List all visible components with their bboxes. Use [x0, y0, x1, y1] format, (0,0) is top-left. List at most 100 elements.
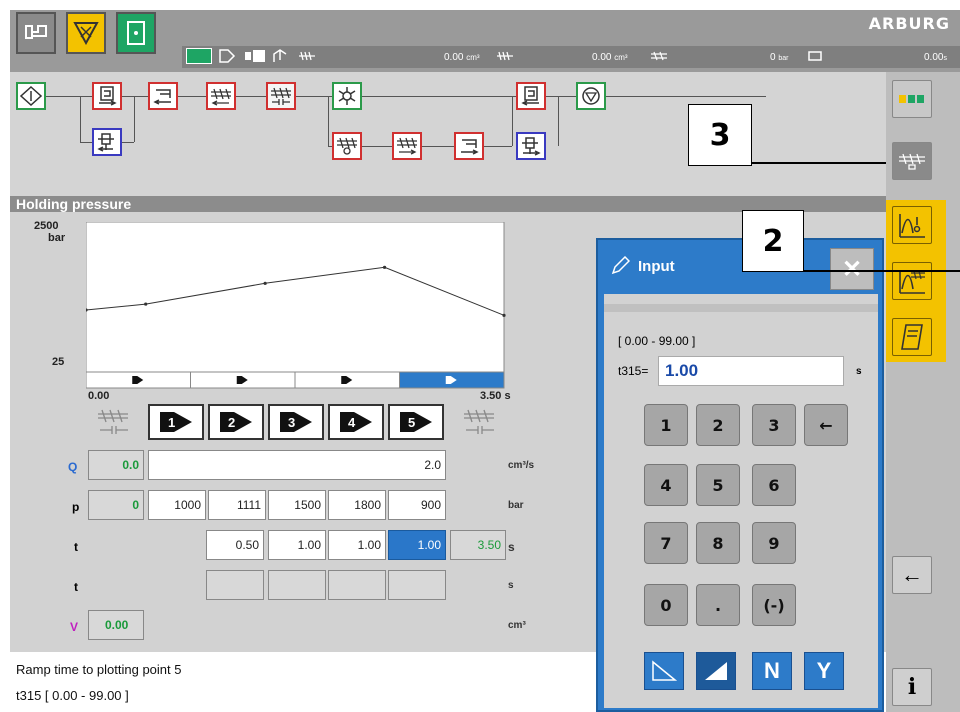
key-1[interactable]: 1 [644, 404, 688, 446]
t-cell-4[interactable]: 1.00 [388, 530, 446, 560]
info-button[interactable]: i [892, 668, 932, 706]
value-input[interactable]: 1.00 [658, 356, 844, 386]
param-label: t315= [618, 364, 649, 378]
holding-pressure-step[interactable] [266, 82, 296, 110]
ramp-up-button[interactable] [644, 652, 684, 690]
holding-pressure-chart: 2500 bar 25 0.00 3.50 s [10, 212, 520, 402]
core-out-step[interactable] [516, 132, 546, 160]
segment-bar [86, 371, 505, 389]
point-5-button[interactable]: 5 [388, 404, 444, 440]
mold-open-step[interactable] [516, 82, 546, 110]
key-2[interactable]: 2 [696, 404, 740, 446]
key-8[interactable]: 8 [696, 522, 740, 564]
key-4[interactable]: 4 [644, 464, 688, 506]
overview-button[interactable] [892, 80, 932, 118]
v-value-cell[interactable]: 0.00 [88, 610, 144, 640]
point-2-button[interactable]: 2 [208, 404, 264, 440]
p-cell-4[interactable]: 1800 [328, 490, 386, 520]
last-unit: s [943, 55, 947, 62]
p-cell-1[interactable]: 1000 [148, 490, 206, 520]
q-unit: cm³/s [508, 460, 535, 471]
setup-mode-button[interactable] [66, 12, 106, 54]
t-cell-3[interactable]: 1.00 [328, 530, 386, 560]
t2-cell-2[interactable] [268, 570, 326, 600]
cooling-step[interactable] [332, 82, 362, 110]
start-step[interactable] [16, 82, 46, 110]
no-label: N [764, 658, 780, 683]
play-icon: 2 [220, 412, 252, 432]
manual-mode-button[interactable] [16, 12, 56, 54]
p-cell-2[interactable]: 1111 [208, 490, 266, 520]
point-3-button[interactable]: 3 [268, 404, 324, 440]
svg-text:4: 4 [348, 415, 356, 430]
input-range: [ 0.00 - 99.00 ] [618, 334, 696, 348]
mold-status-icon [186, 48, 212, 64]
automatic-mode-icon [127, 21, 145, 45]
end-step[interactable] [576, 82, 606, 110]
dialog-strip [604, 304, 878, 312]
backspace-key[interactable]: ← [804, 404, 848, 446]
help-line-1: Ramp time to plotting point 5 [16, 662, 182, 677]
t2-cell-4[interactable] [388, 570, 446, 600]
dialog-body: [ 0.00 - 99.00 ] t315= 1.00 s 1 2 3 ← 4 5 6 7 8 9… [604, 294, 878, 708]
nozzle-back-icon [461, 139, 479, 155]
last-value: 0.00 [924, 52, 944, 63]
t-cell-2[interactable]: 1.00 [268, 530, 326, 560]
key-decimal[interactable]: . [696, 584, 740, 626]
decompression-step[interactable] [392, 132, 422, 160]
key-7[interactable]: 7 [644, 522, 688, 564]
injection-step[interactable] [206, 82, 236, 110]
decompression-icon [397, 137, 417, 155]
point-4-button[interactable]: 4 [328, 404, 384, 440]
back-button[interactable]: ← [892, 556, 932, 594]
key-negate[interactable]: (-) [752, 584, 796, 626]
mold-close-step[interactable] [92, 82, 122, 110]
callout-2: 2 [742, 210, 804, 272]
t2-cell-3[interactable] [328, 570, 386, 600]
pressure-icon [651, 51, 667, 61]
help-line-2: t315 [ 0.00 - 99.00 ] [16, 688, 129, 703]
no-button[interactable]: N [752, 652, 792, 690]
t2-unit: s [508, 580, 514, 591]
v-unit: cm³ [508, 620, 526, 631]
pencil-icon [611, 256, 630, 275]
p-start-cell[interactable]: 0 [88, 490, 144, 520]
dosing-step[interactable] [332, 132, 362, 160]
p-cell-5[interactable]: 900 [388, 490, 446, 520]
key-9[interactable]: 9 [752, 522, 796, 564]
v-row-label: V [70, 620, 79, 634]
data-point [263, 281, 267, 285]
ramp-down-button[interactable] [696, 652, 736, 690]
automatic-mode-button[interactable] [116, 12, 156, 54]
injection-unit-button[interactable] [892, 142, 932, 180]
key-6[interactable]: 6 [752, 464, 796, 506]
x-min-label: 0.00 [88, 390, 110, 402]
ramp-up-icon [652, 660, 677, 681]
t2-cell-1[interactable] [206, 570, 264, 600]
close-icon: ✕ [841, 255, 863, 283]
data-point [144, 302, 148, 306]
point-1-button[interactable]: 1 [148, 404, 204, 440]
sequence-editor: 3 [10, 72, 886, 196]
setup-mode-icon [73, 22, 99, 45]
q-start-cell[interactable]: 0.0 [88, 450, 144, 480]
pressure-settings-button[interactable] [892, 262, 932, 300]
holding-pressure-profile-button[interactable] [892, 206, 932, 244]
nozzle-forward-step[interactable] [148, 82, 178, 110]
right-toolbar: ← i [886, 72, 960, 712]
yes-button[interactable]: Y [804, 652, 844, 690]
key-0[interactable]: 0 [644, 584, 688, 626]
key-5[interactable]: 5 [696, 464, 740, 506]
notes-button[interactable] [892, 318, 932, 356]
t-cell-1[interactable]: 0.50 [206, 530, 264, 560]
q-row-label: Q [68, 460, 78, 474]
vol2-unit: cm³ [614, 53, 628, 62]
key-3[interactable]: 3 [752, 404, 796, 446]
nozzle-back-step[interactable] [454, 132, 484, 160]
cycle-icon [808, 51, 822, 61]
core-in-step[interactable] [92, 128, 122, 156]
close-button[interactable]: ✕ [830, 248, 874, 290]
notes-icon [901, 324, 923, 350]
q-value-cell[interactable]: 2.0 [148, 450, 446, 480]
p-cell-3[interactable]: 1500 [268, 490, 326, 520]
